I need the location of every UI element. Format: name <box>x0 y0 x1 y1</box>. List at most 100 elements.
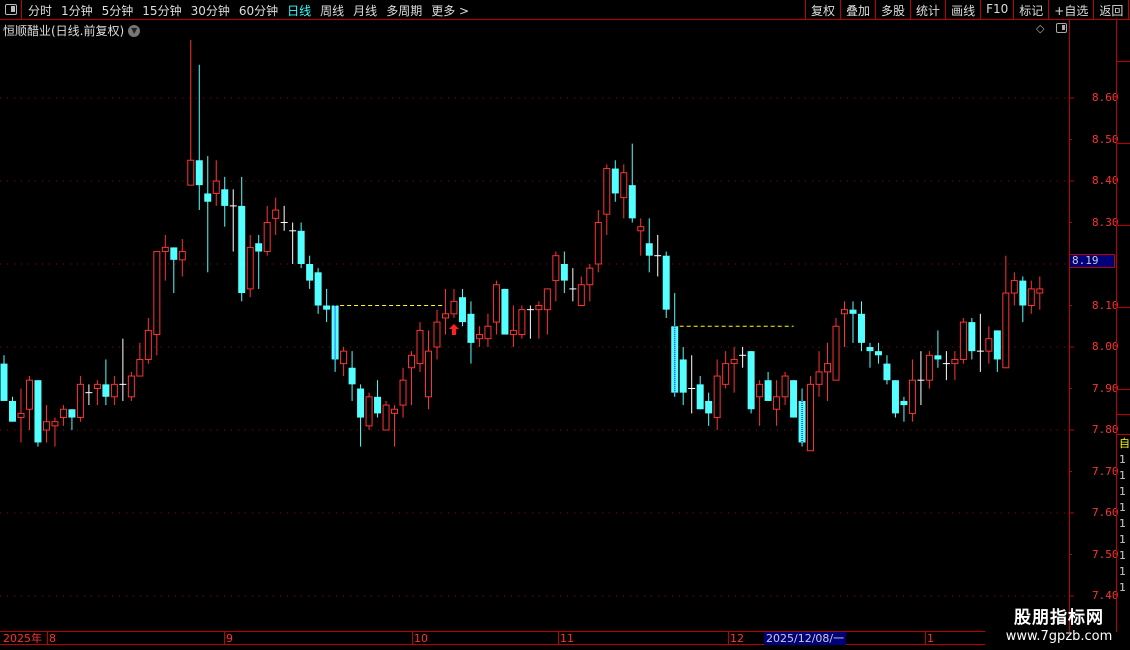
candle-body <box>204 193 212 202</box>
candle-body <box>756 383 764 398</box>
candle-body <box>408 354 416 369</box>
candle-body <box>586 267 594 286</box>
candle-body <box>543 288 551 311</box>
date-label: 8 <box>47 632 56 645</box>
candle-body <box>484 325 492 340</box>
candle-body <box>187 159 195 186</box>
candle-body <box>34 380 42 443</box>
candle-body <box>730 358 738 365</box>
candle-body <box>662 255 670 310</box>
candle-body <box>1036 288 1044 294</box>
price-label: 7.40 <box>1092 589 1119 602</box>
candle-body <box>416 329 424 365</box>
candle-body <box>1010 280 1018 294</box>
price-label: 7.70 <box>1092 464 1119 478</box>
price-label: 8.00 <box>1092 340 1119 353</box>
watermark: 股朋指标网 www.7gpzb.com <box>988 603 1130 644</box>
candle-body <box>552 255 560 282</box>
candle-body <box>255 243 263 252</box>
candle-body <box>42 421 50 431</box>
side-panel-value: 1 <box>1119 517 1126 530</box>
side-panel-value: 1 <box>1119 565 1126 578</box>
price-label: 7.50 <box>1092 547 1119 561</box>
candle-body <box>891 380 899 414</box>
candle-body <box>993 330 1001 360</box>
side-panel-value: 1 <box>1119 485 1126 498</box>
side-panel-section[interactable] <box>1117 226 1130 308</box>
side-panel-section[interactable] <box>1117 62 1130 144</box>
candle-body <box>475 334 483 340</box>
candle-body <box>1019 280 1027 306</box>
candle-body <box>832 325 840 381</box>
candle-body <box>679 359 687 393</box>
side-panel-value: 1 <box>1119 581 1126 594</box>
candle-body <box>807 383 815 452</box>
candle-body <box>8 400 16 422</box>
side-panel-value: 1 <box>1119 501 1126 514</box>
candle-body <box>722 363 730 385</box>
candlestick-chart[interactable] <box>0 0 1130 650</box>
candle-body <box>790 380 798 418</box>
candle-body <box>136 358 144 377</box>
candle-body <box>934 355 942 360</box>
candle-body <box>611 168 619 194</box>
candle-body <box>161 246 169 253</box>
candle-body <box>620 172 628 199</box>
candle-body <box>246 246 254 290</box>
candle-body <box>705 400 713 414</box>
candle-body <box>59 408 67 419</box>
candle-body <box>764 380 772 401</box>
candle-body <box>696 384 704 410</box>
price-label: 8.50 <box>1092 132 1119 146</box>
candle-body <box>535 305 543 311</box>
side-panel[interactable]: 自 1 1 1 1 1 1 1 1 1 <box>1116 20 1130 632</box>
candle-body <box>433 321 441 348</box>
side-panel-value: 1 <box>1119 549 1126 562</box>
date-label: 9 <box>224 632 233 645</box>
price-label: 7.60 <box>1092 506 1119 519</box>
candle-body <box>824 363 832 373</box>
candle-body <box>450 300 458 315</box>
side-panel-section[interactable] <box>1117 144 1130 226</box>
side-panel-section[interactable] <box>1117 20 1130 62</box>
candle-body <box>178 251 186 261</box>
candle-body <box>51 421 59 427</box>
candle-body <box>747 351 755 410</box>
candle-body <box>773 396 781 410</box>
candle-body <box>467 313 475 343</box>
selected-date: 2025/12/08/一 <box>764 632 847 645</box>
candle-body <box>382 404 390 431</box>
side-panel-value: 1 <box>1119 453 1126 466</box>
candle-body <box>340 350 348 365</box>
candle-body <box>144 329 152 360</box>
candle-body <box>492 284 500 323</box>
current-price-tag: 8.19 <box>1069 254 1115 268</box>
candle-body <box>849 309 857 314</box>
date-label: 12 <box>728 632 744 645</box>
side-panel-value: 1 <box>1119 533 1126 546</box>
candle-body <box>815 371 823 385</box>
candle-body <box>314 272 322 306</box>
candle-body <box>866 347 874 352</box>
side-panel-section[interactable] <box>1117 390 1130 415</box>
candle-body <box>883 363 891 381</box>
candle-body <box>93 383 101 390</box>
candle-body <box>577 284 585 306</box>
candle-body <box>110 383 118 398</box>
candle-body <box>170 247 178 260</box>
date-label: 1 <box>925 632 934 645</box>
candle-body <box>153 251 161 336</box>
candle-body <box>959 321 967 360</box>
side-panel-value: 1 <box>1119 469 1126 482</box>
price-label: 7.90 <box>1092 381 1119 395</box>
up-arrow-icon <box>448 323 459 335</box>
candle-body <box>509 329 517 336</box>
price-axis-border <box>1069 20 1070 632</box>
candle-body <box>102 384 110 397</box>
candle-body <box>857 313 865 343</box>
side-panel-section[interactable] <box>1117 308 1130 390</box>
candle-body <box>713 375 721 419</box>
side-panel-section[interactable] <box>1117 415 1130 435</box>
candle-body <box>238 205 246 294</box>
side-panel-value: 自 <box>1119 437 1130 450</box>
